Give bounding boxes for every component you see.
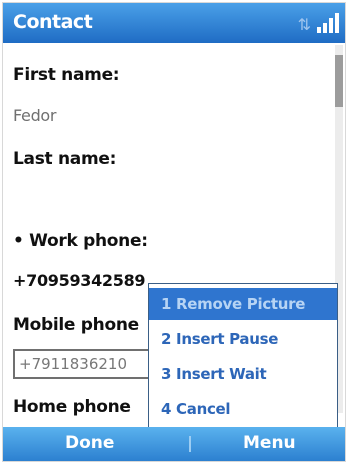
mobile-phone-field[interactable]: +7911836210 bbox=[13, 349, 153, 379]
last-name-label: Last name: bbox=[13, 149, 117, 169]
data-connection-icon: ⇅ bbox=[297, 15, 311, 34]
softkey-bar: Done Menu bbox=[3, 427, 345, 461]
softkey-divider bbox=[189, 436, 191, 452]
menu-item-insert-wait[interactable]: 3 Insert Wait bbox=[149, 358, 337, 390]
status-icons: ⇅ bbox=[298, 11, 339, 33]
first-name-label: First name: bbox=[13, 65, 120, 85]
mobile-phone-label: Mobile phone bbox=[13, 315, 139, 335]
menu-softkey[interactable]: Menu bbox=[243, 433, 296, 453]
signal-strength-icon bbox=[317, 11, 339, 33]
work-phone-label: • Work phone: bbox=[13, 231, 148, 251]
title-bar: Contact ⇅ bbox=[3, 3, 345, 43]
scrollbar-thumb[interactable] bbox=[335, 55, 343, 107]
menu-item-remove-picture[interactable]: 1 Remove Picture bbox=[149, 288, 337, 320]
phone-screen: Contact ⇅ First name: Fedor Last name: •… bbox=[2, 2, 346, 462]
app-title: Contact bbox=[13, 11, 93, 33]
done-softkey[interactable]: Done bbox=[65, 433, 114, 453]
menu-item-insert-pause[interactable]: 2 Insert Pause bbox=[149, 323, 337, 355]
context-menu: 1 Remove Picture 2 Insert Pause 3 Insert… bbox=[148, 283, 338, 433]
first-name-value[interactable]: Fedor bbox=[13, 106, 57, 125]
home-phone-label: Home phone bbox=[13, 397, 131, 417]
menu-item-cancel[interactable]: 4 Cancel bbox=[149, 393, 337, 425]
mobile-phone-value: +7911836210 bbox=[19, 355, 128, 373]
work-phone-value[interactable]: +70959342589 bbox=[13, 271, 146, 290]
